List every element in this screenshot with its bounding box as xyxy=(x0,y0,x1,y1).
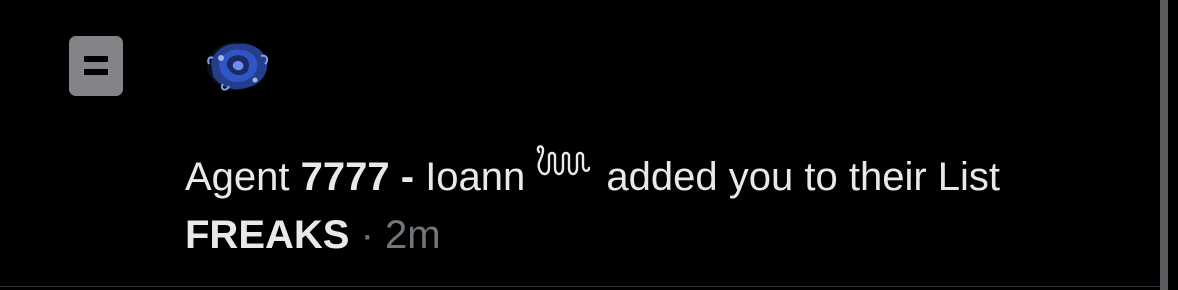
scrollbar[interactable] xyxy=(1160,0,1168,290)
blue-rose-avatar-icon[interactable] xyxy=(199,36,275,96)
separator-dot: · xyxy=(349,213,385,257)
list-icon xyxy=(69,36,123,96)
list-added-notification[interactable]: Agent 7777 - Ioann added you to their Li… xyxy=(0,0,1160,286)
notification-message: Agent 7777 - Ioann added you to their Li… xyxy=(185,145,1135,264)
list-name-link[interactable]: FREAKS xyxy=(185,213,349,257)
divider xyxy=(0,286,1160,287)
actor-name-bold[interactable]: 7777 - xyxy=(301,155,414,199)
timestamp[interactable]: 2m xyxy=(385,213,441,257)
action-text: added you to their List xyxy=(595,155,1001,199)
squiggle-glyph-icon xyxy=(533,144,591,180)
actor-name-suffix[interactable]: Ioann xyxy=(414,155,525,199)
actor-name-prefix[interactable]: Agent xyxy=(185,155,301,199)
